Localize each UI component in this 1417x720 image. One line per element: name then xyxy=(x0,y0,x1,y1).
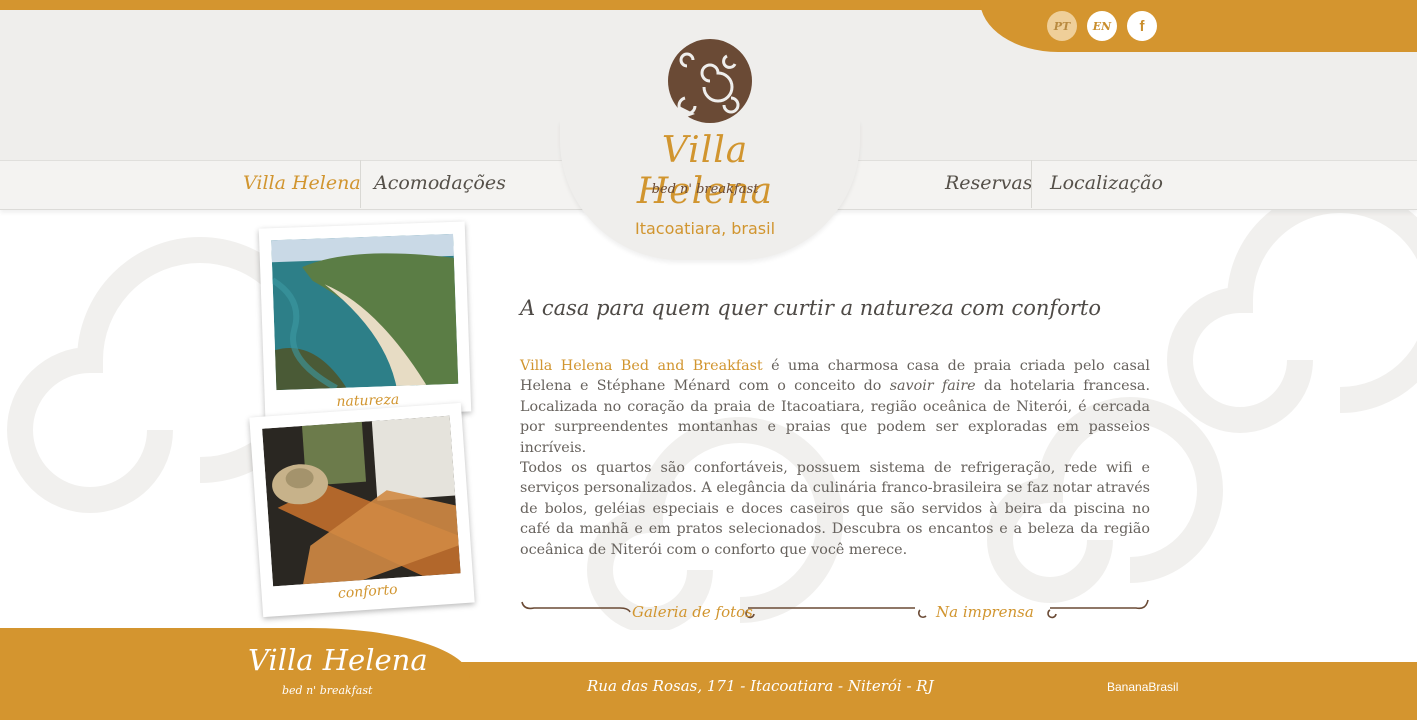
footer-address: Rua das Rosas, 171 - Itacoatiara - Niter… xyxy=(587,677,934,695)
details-paragraph: Todos os quartos são confortáveis, possu… xyxy=(520,460,1150,558)
language-pt-button[interactable]: PT xyxy=(1047,11,1077,41)
top-right-band xyxy=(980,0,1417,52)
nav-reservas[interactable]: Reservas xyxy=(945,172,1032,194)
footer-logo-text: Villa Helena xyxy=(248,643,428,677)
footer-tagline: bed n' breakfast xyxy=(282,684,373,697)
nav-localizacao[interactable]: Localização xyxy=(1050,172,1163,194)
nav-divider xyxy=(360,160,361,208)
press-link[interactable]: Na imprensa xyxy=(936,603,1034,621)
photo-gallery-link[interactable]: Galeria de fotos xyxy=(632,603,753,621)
brand-logo-text[interactable]: Villa Helena xyxy=(600,130,810,212)
brand-tagline: bed n' breakfast xyxy=(651,182,759,197)
nav-villa-helena[interactable]: Villa Helena xyxy=(243,172,361,194)
swirl-logo-icon[interactable] xyxy=(665,36,755,126)
coastal-beach-photo xyxy=(271,233,459,391)
brand-location: Itacoatiara, brasil xyxy=(634,219,776,238)
emphasis-text: savoir faire xyxy=(889,378,976,395)
page-headline: A casa para quem quer curtir a natureza … xyxy=(520,296,1101,320)
credit-link[interactable]: BananaBrasil xyxy=(1107,680,1178,694)
nav-acomodacoes[interactable]: Acomodações xyxy=(374,172,506,194)
intro-paragraph: Villa Helena Bed and Breakfast é uma cha… xyxy=(520,356,1150,458)
hammock-chairs-photo xyxy=(262,415,461,587)
nav-divider xyxy=(1031,160,1032,208)
photo-card-natureza[interactable]: natureza xyxy=(258,221,472,419)
photo-card-conforto[interactable]: conforto xyxy=(249,402,475,618)
brand-highlight: Villa Helena Bed and Breakfast xyxy=(520,358,763,374)
facebook-icon[interactable]: f xyxy=(1127,11,1157,41)
ornamental-divider xyxy=(521,599,1149,619)
language-en-button[interactable]: EN xyxy=(1087,11,1117,41)
